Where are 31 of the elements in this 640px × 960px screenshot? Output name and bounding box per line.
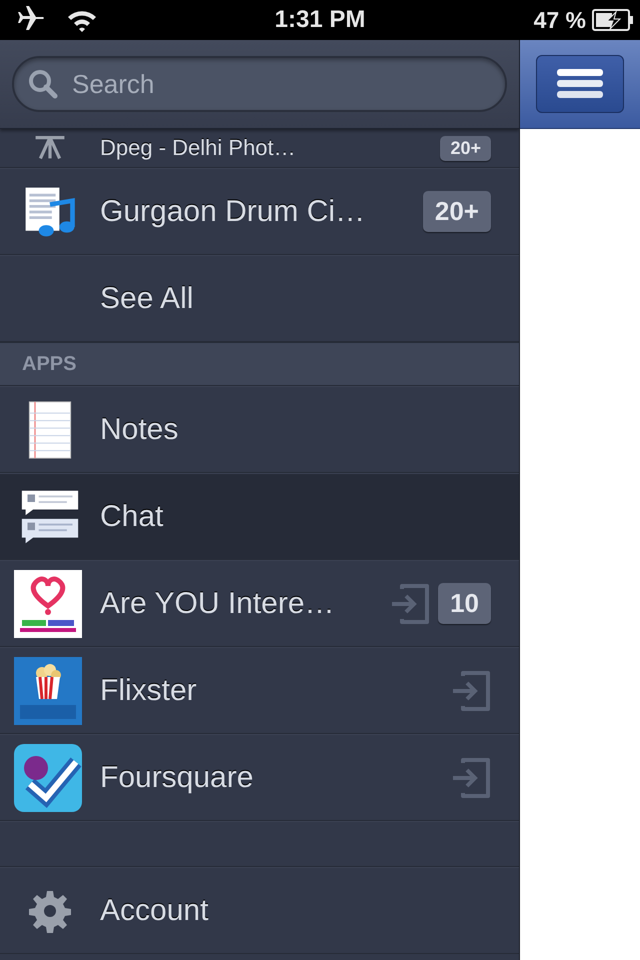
- app-name: Notes: [100, 412, 180, 446]
- menu-button[interactable]: [536, 55, 624, 113]
- app-name: Foursquare: [100, 760, 254, 794]
- app-name: Are YOU Intere…: [100, 586, 336, 620]
- group-item[interactable]: Dpeg - Delhi Phot… 20+: [0, 128, 519, 168]
- menu-icon: [557, 69, 603, 99]
- app-item[interactable]: Chat: [0, 473, 519, 560]
- app-item[interactable]: Foursquare: [0, 734, 519, 821]
- section-title: APPS: [22, 352, 76, 376]
- account-label: Account: [100, 894, 210, 928]
- tripod-icon: [34, 136, 66, 160]
- search-icon: [28, 69, 58, 99]
- app-item[interactable]: Flixster: [0, 647, 519, 734]
- account-item[interactable]: Account: [0, 867, 519, 954]
- app-name: Flixster: [100, 674, 198, 708]
- app-item[interactable]: Are YOU Intere… 10: [0, 560, 519, 647]
- battery-percent: 47 %: [534, 6, 586, 34]
- group-item[interactable]: Gurgaon Drum Ci… 20+: [0, 168, 519, 255]
- count-badge: 20+: [440, 136, 491, 160]
- checkmark-logo-icon: [14, 744, 82, 812]
- group-name: See All: [100, 282, 194, 316]
- settings-icon: [28, 888, 72, 932]
- heart-logo-icon: [14, 570, 82, 638]
- group-name: Gurgaon Drum Ci…: [100, 194, 366, 228]
- clock-time: 1:31 PM: [274, 6, 366, 34]
- search-field[interactable]: Search: [12, 56, 507, 112]
- group-name: Dpeg - Delhi Phot…: [100, 135, 297, 161]
- app-name: Chat: [100, 500, 164, 534]
- count-badge: 10: [438, 583, 491, 624]
- popcorn-icon: [14, 656, 82, 724]
- count-badge: 20+: [422, 191, 491, 232]
